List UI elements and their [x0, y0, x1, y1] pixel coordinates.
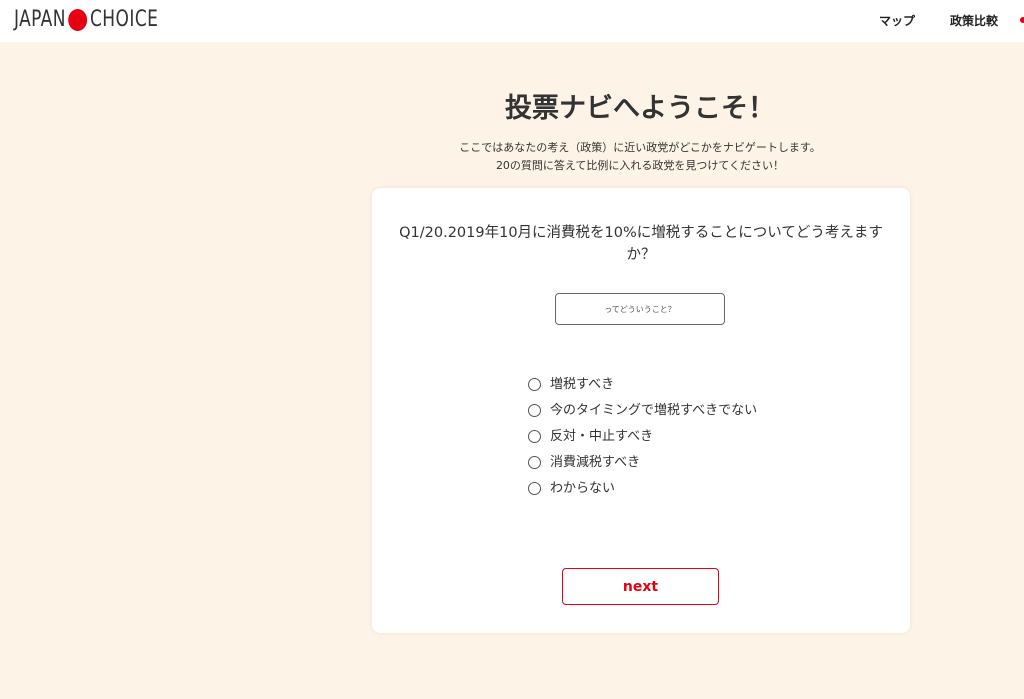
intro-description-line1: ここではあなたの考え（政策）に近い政党がどこかをナビゲートします。 [459, 141, 821, 154]
answer-option-not-now[interactable]: 今のタイミングで増税すべきでない [528, 400, 768, 422]
answer-option-label: わからない [550, 481, 616, 496]
question-card: Q1/20.2019年10月に消費税を10%に増税することについてどう考えますか… [372, 188, 910, 633]
radio-button[interactable] [528, 378, 541, 391]
answer-option-label: 反対・中止すべき [550, 429, 654, 444]
answer-option-label: 増税すべき [550, 377, 615, 392]
logo-red-circle [68, 8, 88, 31]
answer-option-label: 消費減税すべき [550, 455, 641, 470]
page-title: 投票ナビへようこそ！ [505, 93, 775, 124]
answer-option-oppose[interactable]: 反対・中止すべき [528, 426, 768, 448]
question-text: Q1/20.2019年10月に消費税を10%に増税することについてどう考えますか… [399, 225, 883, 263]
answer-options: 増税すべき 今のタイミングで増税すべきでない 反対・中止すべき 消費減税すべき … [528, 374, 768, 504]
nav-indicator-dot [1020, 17, 1024, 23]
answer-option-raise-tax[interactable]: 増税すべき [528, 374, 768, 396]
radio-button[interactable] [528, 430, 541, 443]
nav-link-map[interactable]: マップ [879, 12, 915, 29]
logo-text-right: CHOICE [89, 7, 159, 32]
radio-button[interactable] [528, 482, 541, 495]
site-logo[interactable]: JAPAN CHOICE [14, 7, 158, 32]
site-header: JAPAN CHOICE マップ 政策比較 [0, 0, 1024, 42]
answer-option-label: 今のタイミングで増税すべきでない [550, 403, 758, 418]
answer-option-dont-know[interactable]: わからない [528, 478, 768, 500]
nav-link-policy-compare[interactable]: 政策比較 [950, 12, 998, 29]
intro-description-line2: 20の質問に答えて比例に入れる政党を見つけてください！ [495, 159, 785, 172]
next-button[interactable]: next [562, 568, 719, 605]
radio-button[interactable] [528, 456, 541, 469]
answer-option-reduce-tax[interactable]: 消費減税すべき [528, 452, 768, 474]
explain-question-button[interactable]: ってどういうこと？ [555, 293, 725, 325]
logo-text-left: JAPAN [14, 7, 66, 32]
radio-button[interactable] [528, 404, 541, 417]
